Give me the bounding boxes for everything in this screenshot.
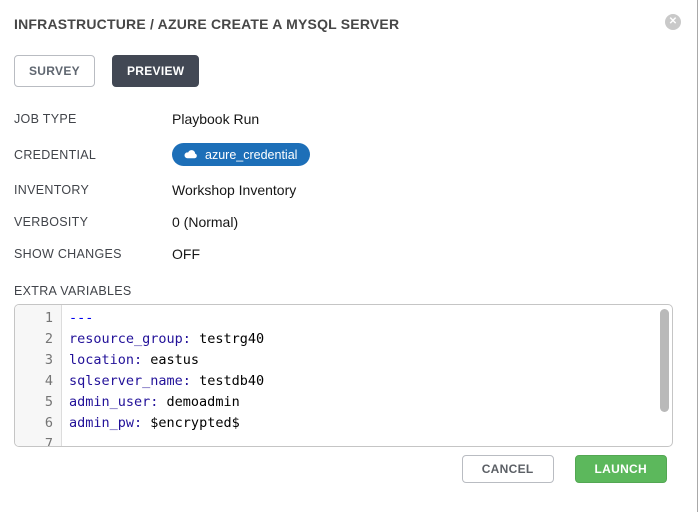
yaml-value: demoadmin <box>167 394 240 410</box>
line-number: 7 <box>15 434 61 446</box>
code-line: locationeastus <box>69 350 672 371</box>
verbosity-label: VERBOSITY <box>14 215 172 229</box>
close-icon[interactable]: ✕ <box>665 14 681 30</box>
code-line <box>69 434 672 446</box>
yaml-doc-separator: --- <box>69 310 93 326</box>
launch-preview-modal: INFRASTRUCTURE / AZURE CREATE A MYSQL SE… <box>0 0 697 512</box>
code-line: admin_pw$encrypted$ <box>69 413 672 434</box>
credential-label: CREDENTIAL <box>14 148 172 162</box>
credential-badge-label: azure_credential <box>205 148 297 162</box>
credential-badge[interactable]: azure_credential <box>172 143 310 166</box>
cloud-icon <box>183 149 198 160</box>
line-number: 3 <box>15 350 61 371</box>
modal-header: INFRASTRUCTURE / AZURE CREATE A MYSQL SE… <box>0 0 697 32</box>
detail-row-inventory: INVENTORY Workshop Inventory <box>14 182 697 198</box>
yaml-key: admin_pw <box>69 415 150 431</box>
yaml-key: admin_user <box>69 394 167 410</box>
extra-variables-editor[interactable]: 1 2 3 4 5 6 7 --- resource_grouptestrg40… <box>14 304 673 447</box>
modal-title: INFRASTRUCTURE / AZURE CREATE A MYSQL SE… <box>14 14 399 32</box>
code-content[interactable]: --- resource_grouptestrg40 locationeastu… <box>62 305 672 446</box>
inventory-label: INVENTORY <box>14 183 172 197</box>
line-number: 1 <box>15 308 61 329</box>
yaml-key: sqlserver_name <box>69 373 199 389</box>
code-line: resource_grouptestrg40 <box>69 329 672 350</box>
line-number: 2 <box>15 329 61 350</box>
line-number: 5 <box>15 392 61 413</box>
detail-row-verbosity: VERBOSITY 0 (Normal) <box>14 214 697 230</box>
verbosity-value: 0 (Normal) <box>172 214 238 230</box>
yaml-value: eastus <box>150 352 199 368</box>
credential-value: azure_credential <box>172 143 310 166</box>
detail-row-credential: CREDENTIAL azure_credential <box>14 143 697 166</box>
yaml-value: testdb40 <box>199 373 264 389</box>
job-type-value: Playbook Run <box>172 111 259 127</box>
extra-variables-label: EXTRA VARIABLES <box>14 284 697 298</box>
modal-footer: CANCEL LAUNCH <box>462 455 667 483</box>
job-details: JOB TYPE Playbook Run CREDENTIAL azure_c… <box>14 111 697 262</box>
tab-preview[interactable]: PREVIEW <box>112 55 199 87</box>
yaml-value: testrg40 <box>199 331 264 347</box>
code-line: --- <box>69 308 672 329</box>
line-number: 4 <box>15 371 61 392</box>
detail-row-show-changes: SHOW CHANGES OFF <box>14 246 697 262</box>
code-line: sqlserver_nametestdb40 <box>69 371 672 392</box>
yaml-value: $encrypted$ <box>150 415 239 431</box>
line-number-gutter: 1 2 3 4 5 6 7 <box>15 305 62 446</box>
show-changes-label: SHOW CHANGES <box>14 247 172 261</box>
tab-bar: SURVEY PREVIEW <box>14 55 697 87</box>
cancel-button[interactable]: CANCEL <box>462 455 554 483</box>
detail-row-job-type: JOB TYPE Playbook Run <box>14 111 697 127</box>
editor-scrollbar-thumb[interactable] <box>660 309 669 412</box>
show-changes-value: OFF <box>172 246 200 262</box>
inventory-value: Workshop Inventory <box>172 182 296 198</box>
launch-button[interactable]: LAUNCH <box>575 455 667 483</box>
code-scroll-area: 1 2 3 4 5 6 7 --- resource_grouptestrg40… <box>15 305 672 446</box>
yaml-key: resource_group <box>69 331 199 347</box>
job-type-label: JOB TYPE <box>14 112 172 126</box>
yaml-key: location <box>69 352 150 368</box>
code-line: admin_userdemoadmin <box>69 392 672 413</box>
tab-survey[interactable]: SURVEY <box>14 55 95 87</box>
line-number: 6 <box>15 413 61 434</box>
